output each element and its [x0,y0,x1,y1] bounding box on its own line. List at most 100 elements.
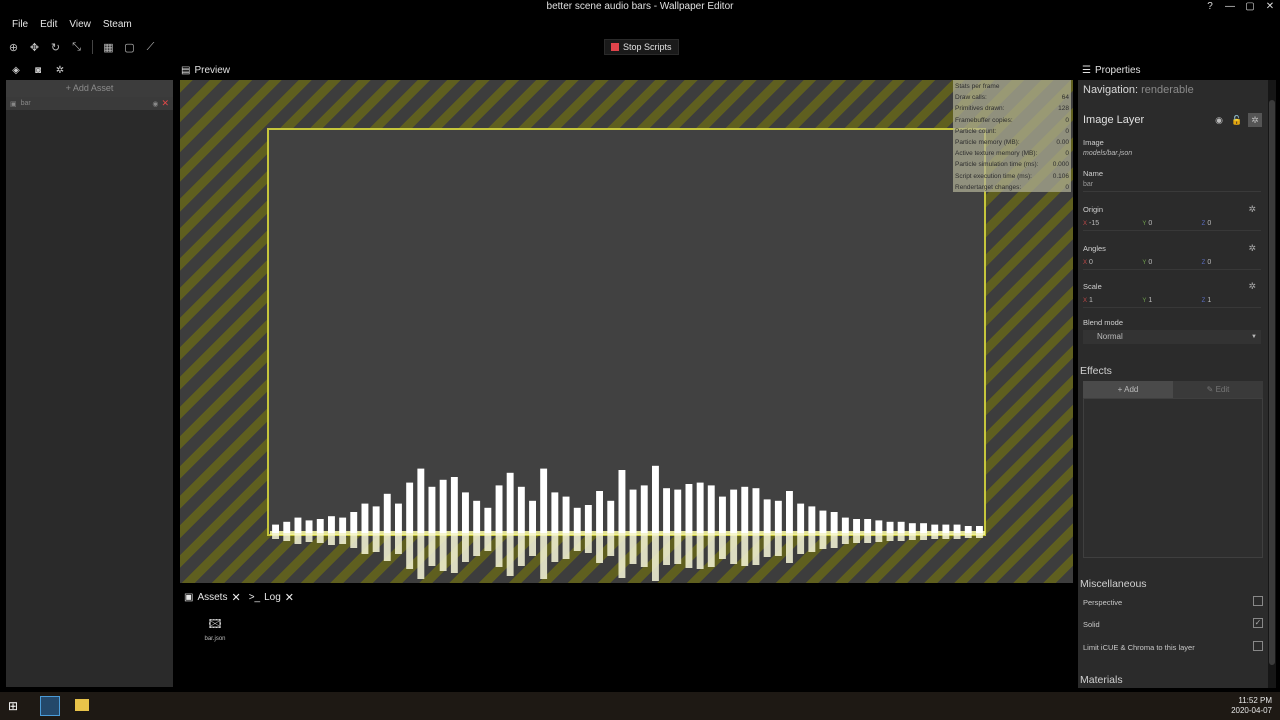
maximize-button[interactable]: ▢ [1240,0,1260,14]
audio-bar-reflection [517,533,525,566]
menu-steam[interactable]: Steam [97,19,138,30]
origin-fields: X -15 Y0 Z0 [1083,220,1261,231]
close-assets-tab-icon[interactable]: ✕ [231,591,240,604]
audio-bar-reflection [361,533,369,554]
taskbar: ⊞ 11:52 PM 2020-04-07 [0,692,1280,720]
angles-gear-icon[interactable]: ✲ [1248,243,1256,254]
close-button[interactable]: ✕ [1260,0,1280,14]
audio-bar-reflection [607,533,615,556]
settings-tab-icon[interactable]: ✲ [52,65,68,76]
origin-gear-icon[interactable]: ✲ [1248,204,1256,215]
origin-label: Origin [1083,205,1104,214]
properties-tab[interactable]: ☰ Properties [1082,62,1141,78]
audio-bar [562,496,570,533]
help-icon[interactable]: ? [1200,0,1220,14]
stat-label: Primitives drawn: [955,105,1005,113]
audio-bar [540,468,548,533]
scale-x-field[interactable]: X1 [1083,297,1143,308]
add-asset-button[interactable]: + Add Asset [6,80,173,97]
file-explorer-taskbar-icon[interactable] [75,699,89,711]
origin-x-field[interactable]: X -15 [1083,220,1143,231]
tab-log[interactable]: >_ Log ✕ [249,591,294,604]
audio-bar-reflection [864,533,872,543]
delete-layer-icon[interactable]: ✕ [161,98,169,109]
audio-bar-reflection [428,533,436,566]
scale-z-field[interactable]: Z1 [1201,297,1261,308]
audio-bar [629,489,637,533]
move-tool-icon[interactable]: ✥ [26,39,43,56]
icue-checkbox[interactable] [1253,641,1263,651]
stat-row: Script execution time (ms): 0.106 [955,171,1069,182]
scale-gear-icon[interactable]: ✲ [1248,281,1256,292]
gear-icon[interactable]: ✲ [1248,113,1262,127]
audio-bar-reflection [640,533,648,567]
audio-bar [942,524,950,533]
edit-effect-label: Edit [1215,385,1230,394]
audio-bar-reflection [562,533,570,559]
add-effect-button[interactable]: + Add [1083,381,1173,398]
add-effect-label: Add [1124,385,1139,394]
wallpaper-engine-taskbar-icon[interactable] [40,696,60,716]
properties-scroll-thumb[interactable] [1269,100,1275,665]
audio-bar [328,516,335,533]
perspective-checkbox[interactable] [1253,596,1263,606]
audio-bar [283,521,291,533]
blend-mode-select[interactable]: Normal ▼ [1083,330,1261,344]
preview-tab[interactable]: ▤ Preview [181,62,230,78]
left-panel-tabs: ◈ ◙ ✲ [0,62,175,78]
audio-bar [853,519,860,533]
stat-value: 0 [1065,116,1069,124]
effects-list[interactable] [1083,398,1263,558]
windows-start-icon[interactable]: ⊞ [8,699,18,713]
rotate-tool-icon[interactable]: ↻ [47,39,64,56]
bounds-icon[interactable]: ▢ [121,39,138,56]
angles-z-field[interactable]: Z0 [1201,259,1261,270]
image-label: Image [1083,138,1104,147]
stop-scripts-button[interactable]: Stop Scripts [604,39,679,55]
menu-edit[interactable]: Edit [34,19,63,30]
audio-bar-reflection [372,533,380,552]
grid-icon[interactable]: ▦ [100,39,117,56]
audio-bar-reflection [339,533,347,544]
stat-value: 0 [1065,127,1069,135]
scale-tool-icon[interactable]: ⤡ [68,39,85,56]
angles-y-field[interactable]: Y0 [1142,259,1202,270]
audio-bar-reflection [853,533,860,543]
name-field[interactable]: bar [1083,181,1261,192]
menu-view[interactable]: View [63,19,97,30]
edit-effect-button[interactable]: ✎ Edit [1173,381,1263,398]
audio-bar-reflection [774,533,782,556]
select-tool-icon[interactable]: ⊕ [5,39,22,56]
layer-row[interactable]: ▣ bar ◉ ✕ [6,97,173,110]
close-log-tab-icon[interactable]: ✕ [285,591,294,604]
layers-tab-icon[interactable]: ◈ [8,65,24,76]
lock-icon[interactable]: 🔓 [1230,113,1244,127]
visibility-eye-icon[interactable]: ◉ [1212,113,1226,127]
audio-bar-reflection [596,533,603,563]
audio-bar-reflection [797,533,805,554]
minimize-button[interactable]: — [1220,0,1240,14]
camera-tab-icon[interactable]: ◙ [30,65,46,76]
audio-bar-reflection [506,533,514,576]
audio-bar [707,485,715,533]
angles-x-value: 0 [1089,259,1093,266]
image-path[interactable]: models/bar.json [1083,150,1132,157]
preview-viewport[interactable]: Stats per frame Draw calls: 64 Primitives d… [180,80,1073,583]
menu-file[interactable]: File [6,19,34,30]
audio-bar [819,510,827,533]
visibility-eye-icon[interactable]: ◉ [152,100,158,108]
angles-x-field[interactable]: X0 [1083,259,1143,270]
layer-actions: ◉ 🔓 ✲ [1212,113,1262,127]
asset-item[interactable]: 🖾 bar.json [200,615,230,642]
audio-bar [663,488,670,533]
navigation-mode[interactable]: renderable [1141,84,1194,96]
origin-z-field[interactable]: Z0 [1201,220,1261,231]
scale-y-field[interactable]: Y1 [1142,297,1202,308]
chart-icon[interactable]: ⟋ [142,39,159,56]
tab-assets[interactable]: ▣ Assets ✕ [184,591,241,604]
audio-bar-reflection [674,533,682,564]
solid-checkbox[interactable]: ✓ [1253,618,1263,628]
audio-bar-reflection [652,533,659,581]
stop-scripts-label: Stop Scripts [623,42,672,52]
origin-y-field[interactable]: Y0 [1142,220,1202,231]
